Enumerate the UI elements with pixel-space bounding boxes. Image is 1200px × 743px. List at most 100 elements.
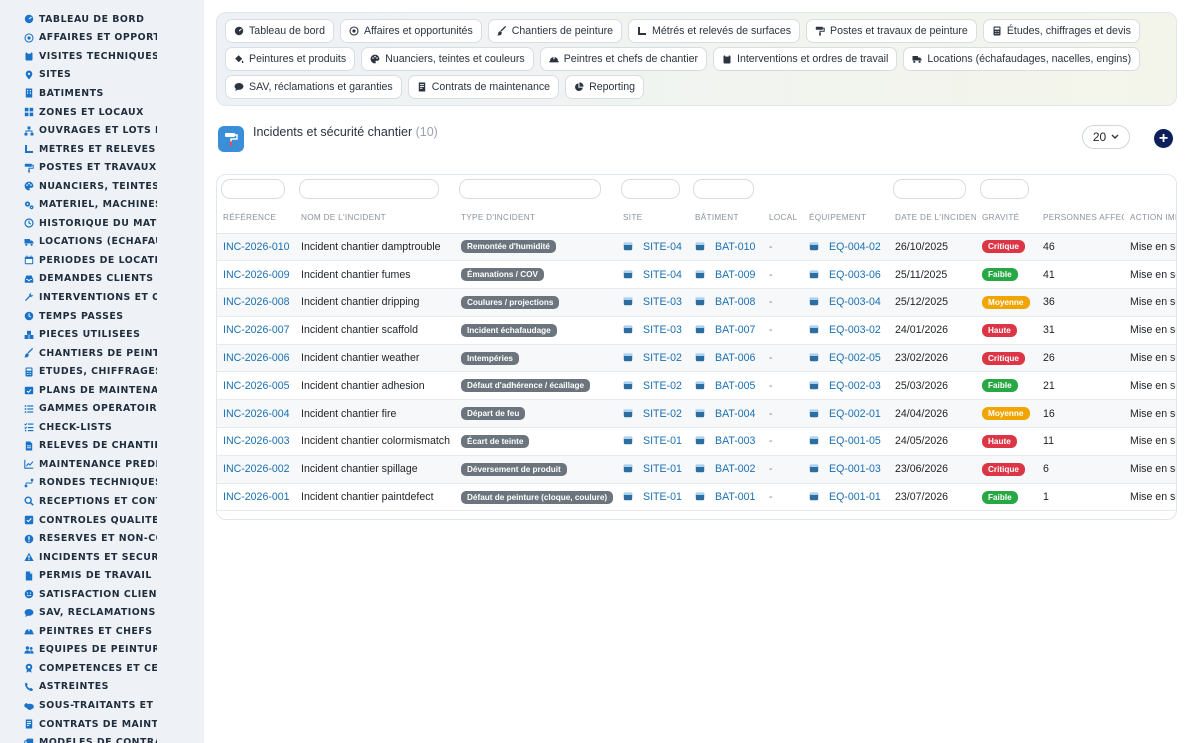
reference-link[interactable]: INC-2026-007 [223,324,290,336]
page-size-select[interactable]: 20 [1082,125,1130,149]
building-link[interactable]: BAT-003 [715,435,755,447]
building-link[interactable]: BAT-007 [715,324,755,336]
column-header[interactable]: ACTION IMMÉDIATE [1124,203,1176,234]
quicklink-7[interactable]: Nuanciers, teintes et couleurs [361,47,534,71]
column-header[interactable]: RÉFÉRENCE [217,203,295,234]
reference-link[interactable]: INC-2026-006 [223,352,290,364]
quicklink-10[interactable]: Locations (échafaudages, nacelles, engin… [903,47,1141,71]
sidebar-item-14[interactable]: DEMANDES CLIENTS ET INTERVENTIONS [0,270,204,289]
building-link[interactable]: BAT-008 [715,296,755,308]
reference-link[interactable]: INC-2026-004 [223,408,290,420]
equipment-link[interactable]: EQ-004-02 [829,241,881,253]
building-cell[interactable]: BAT-003 [689,427,763,456]
quicklink-13[interactable]: Reporting [565,75,644,99]
sidebar-item-39[interactable]: MODÈLES DE CONTRATS [0,733,204,743]
reference-cell[interactable]: INC-2026-005 [217,371,295,401]
sidebar-item-38[interactable]: CONTRATS DE MAINTENANCE [0,715,204,734]
building-link[interactable]: BAT-002 [715,463,755,475]
sidebar-item-6[interactable]: OUVRAGES ET LOTS DE TRAVAUX [0,121,204,140]
equipment-cell[interactable]: EQ-002-01 [803,399,889,429]
reference-cell[interactable]: INC-2026-007 [217,316,295,345]
building-cell[interactable]: BAT-002 [689,455,763,484]
sidebar-item-36[interactable]: ASTREINTES [0,678,204,697]
reference-link[interactable]: INC-2026-003 [223,435,290,447]
equipment-cell[interactable]: EQ-003-02 [803,316,889,345]
column-filter-input[interactable] [459,179,601,199]
column-header[interactable]: BÂTIMENT [689,203,763,234]
sidebar-item-7[interactable]: MÉTRÉS ET RELEVÉS DE SURFACES [0,140,204,159]
sidebar-item-11[interactable]: HISTORIQUE DU MATÉRIEL [0,214,204,233]
add-incident-button[interactable]: + [1154,129,1173,148]
equipment-link[interactable]: EQ-003-04 [829,296,881,308]
site-link[interactable]: SITE-03 [643,324,682,336]
equipment-link[interactable]: EQ-001-03 [829,463,881,475]
sidebar-item-13[interactable]: PÉRIODES DE LOCATION [0,251,204,270]
sidebar-item-3[interactable]: SITES [0,66,204,85]
reference-link[interactable]: INC-2026-010 [223,241,290,253]
sidebar-item-25[interactable]: RONDES TECHNIQUES [0,474,204,493]
sidebar-item-33[interactable]: PEINTRES ET CHEFS DE CHANTIER [0,622,204,641]
site-link[interactable]: SITE-01 [643,463,682,475]
reference-cell[interactable]: INC-2026-009 [217,260,295,290]
building-link[interactable]: BAT-009 [715,269,755,281]
sidebar-item-32[interactable]: SAV, RÉCLAMATIONS ET GARANTIES [0,604,204,623]
site-cell[interactable]: SITE-04 [617,260,689,290]
reference-link[interactable]: INC-2026-008 [223,296,290,308]
sidebar-item-0[interactable]: TABLEAU DE BORD [0,10,204,29]
site-cell[interactable]: SITE-03 [617,288,689,317]
reference-link[interactable]: INC-2026-002 [223,463,290,475]
column-filter-input[interactable] [693,179,754,199]
building-link[interactable]: BAT-010 [715,241,755,253]
equipment-link[interactable]: EQ-002-03 [829,380,881,392]
equipment-cell[interactable]: EQ-004-02 [803,233,889,262]
equipment-cell[interactable]: EQ-003-06 [803,260,889,290]
building-cell[interactable]: BAT-004 [689,399,763,429]
sidebar-item-2[interactable]: VISITES TECHNIQUES ET DIAGNOSTICS [0,47,204,66]
sidebar-item-37[interactable]: SOUS-TRAITANTS ET FOURNISSEURS [0,696,204,715]
site-link[interactable]: SITE-01 [643,435,682,447]
quicklink-9[interactable]: Interventions et ordres de travail [713,47,898,71]
reference-link[interactable]: INC-2026-001 [223,491,290,503]
column-filter-input[interactable] [980,179,1029,199]
quicklink-12[interactable]: Contrats de maintenance [407,75,560,99]
column-header[interactable]: DATE DE L'INCIDENT [889,203,976,234]
sidebar-item-24[interactable]: MAINTENANCE PRÉDICTIVE [0,455,204,474]
site-link[interactable]: SITE-04 [643,269,682,281]
table-row[interactable]: INC-2026-009 Incident chantier fumes Émana… [217,260,1176,290]
quicklink-8[interactable]: Peintres et chefs de chantier [539,47,707,71]
building-link[interactable]: BAT-001 [715,491,755,503]
quicklink-3[interactable]: Métrés et relevés de surfaces [628,19,801,43]
column-header[interactable]: NOM DE L'INCIDENT [295,203,455,234]
quicklink-2[interactable]: Chantiers de peinture [487,19,623,43]
column-header[interactable]: GRAVITÉ [976,203,1037,234]
sidebar-item-30[interactable]: PERMIS DE TRAVAIL [0,566,204,585]
building-cell[interactable]: BAT-005 [689,371,763,401]
building-cell[interactable]: BAT-008 [689,288,763,317]
site-link[interactable]: SITE-02 [643,352,682,364]
column-filter-input[interactable] [221,179,286,199]
table-row[interactable]: INC-2026-006 Incident chantier weather Int… [217,344,1176,373]
table-row[interactable]: INC-2026-004 Incident chantier fire Départ… [217,399,1176,429]
equipment-link[interactable]: EQ-001-01 [829,491,881,503]
sidebar-item-19[interactable]: ÉTUDES, CHIFFRAGES ET DEVIS [0,362,204,381]
reference-cell[interactable]: INC-2026-006 [217,344,295,373]
site-cell[interactable]: SITE-02 [617,371,689,401]
building-link[interactable]: BAT-005 [715,380,755,392]
building-cell[interactable]: BAT-010 [689,233,763,262]
site-link[interactable]: SITE-02 [643,380,682,392]
site-link[interactable]: SITE-01 [643,491,682,503]
equipment-cell[interactable]: EQ-002-05 [803,344,889,373]
sidebar-item-35[interactable]: COMPÉTENCES ET CERTIFICATIONS [0,659,204,678]
table-row[interactable]: INC-2026-005 Incident chantier adhesion Dé… [217,371,1176,401]
building-cell[interactable]: BAT-007 [689,316,763,345]
sidebar-item-26[interactable]: RÉCEPTIONS ET CONTRÔLES [0,492,204,511]
sidebar-item-20[interactable]: PLANS DE MAINTENANCE [0,381,204,400]
quicklink-4[interactable]: Postes et travaux de peinture [806,19,977,43]
sidebar-item-9[interactable]: NUANCIERS, TEINTES ET COULEURS [0,177,204,196]
equipment-link[interactable]: EQ-001-05 [829,435,881,447]
column-header[interactable]: PERSONNES AFFECTÉES [1037,203,1124,234]
sidebar-item-15[interactable]: INTERVENTIONS ET ORDRES DE CHANTIER [0,288,204,307]
building-link[interactable]: BAT-004 [715,408,755,420]
column-header[interactable]: LOCAL [763,203,803,234]
building-cell[interactable]: BAT-006 [689,344,763,373]
